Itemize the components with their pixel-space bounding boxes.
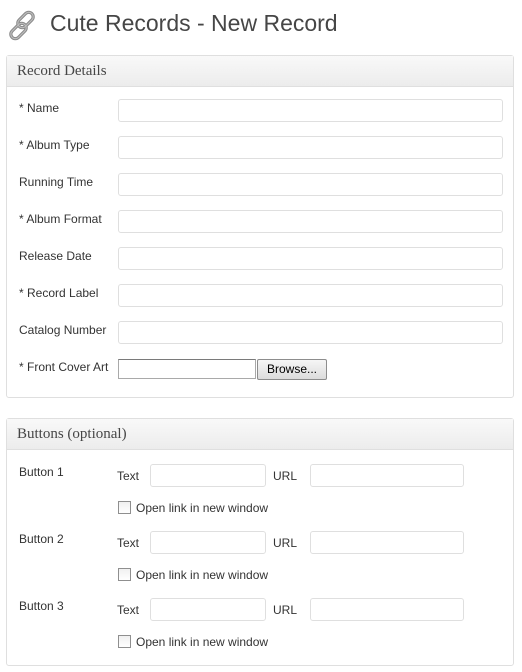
button-1-text-input[interactable]: [150, 464, 266, 487]
button-2-url-input[interactable]: [310, 531, 464, 554]
button-1-url-label: URL: [273, 469, 298, 483]
record-details-panel: Record Details * Name * Album Type Runni…: [6, 55, 514, 398]
album-format-label: * Album Format: [19, 212, 102, 226]
album-type-input[interactable]: [118, 136, 503, 159]
front-cover-file-input[interactable]: [118, 359, 256, 379]
button-3-label: Button 3: [19, 599, 64, 613]
button-1-text-label: Text: [117, 469, 140, 483]
button-2-new-window-label: Open link in new window: [136, 568, 269, 582]
page-title: Cute Records - New Record: [50, 10, 338, 36]
button-1-label: Button 1: [19, 465, 64, 479]
button-1-new-window-label: Open link in new window: [136, 501, 269, 515]
button-3-url-label: URL: [273, 603, 298, 617]
record-label-label: * Record Label: [19, 286, 99, 300]
album-type-label: * Album Type: [19, 138, 90, 152]
button-1-new-window-checkbox[interactable]: [118, 501, 131, 514]
button-2-new-window-checkbox[interactable]: [118, 568, 131, 581]
record-details-heading: Record Details: [7, 56, 513, 87]
running-time-input[interactable]: [118, 173, 503, 196]
button-3-new-window-checkbox[interactable]: [118, 635, 131, 648]
running-time-label: Running Time: [19, 175, 94, 189]
button-3-text-label: Text: [117, 603, 140, 617]
button-2-url-label: URL: [273, 536, 298, 550]
catalog-number-label: Catalog Number: [19, 323, 107, 337]
button-2-text-input[interactable]: [150, 531, 266, 554]
buttons-heading: Buttons (optional): [7, 419, 513, 450]
link-icon: [9, 10, 35, 41]
catalog-number-input[interactable]: [118, 321, 503, 344]
name-input[interactable]: [118, 99, 503, 122]
button-3-url-input[interactable]: [310, 598, 464, 621]
button-3-new-window-label: Open link in new window: [136, 635, 269, 649]
album-format-input[interactable]: [118, 210, 503, 233]
buttons-panel: Buttons (optional) Button 1 Text URL Ope…: [6, 418, 514, 666]
front-cover-art-label: * Front Cover Art: [19, 360, 109, 374]
button-1-url-input[interactable]: [310, 464, 464, 487]
release-date-input[interactable]: [118, 247, 503, 270]
release-date-label: Release Date: [19, 249, 92, 263]
browse-button[interactable]: Browse...: [257, 359, 327, 380]
button-3-text-input[interactable]: [150, 598, 266, 621]
record-label-input[interactable]: [118, 284, 503, 307]
button-2-text-label: Text: [117, 536, 140, 550]
button-2-label: Button 2: [19, 532, 64, 546]
name-label: * Name: [19, 101, 60, 115]
